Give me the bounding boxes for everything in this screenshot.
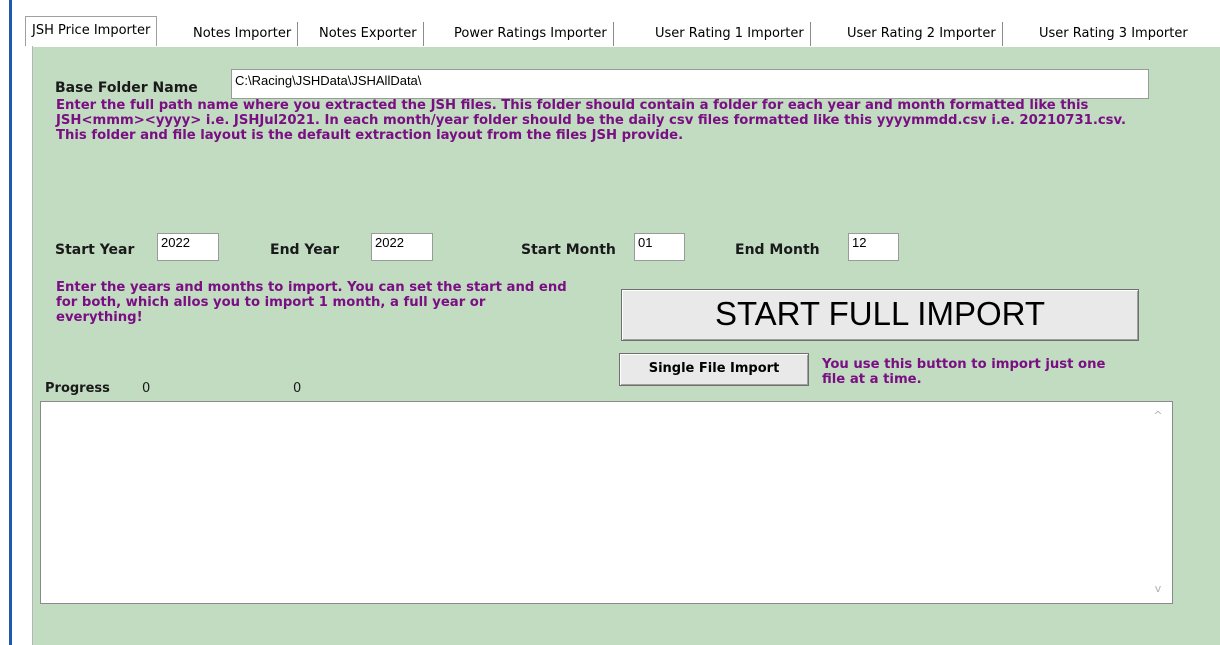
base-folder-label: Base Folder Name xyxy=(55,80,198,96)
scroll-up-icon[interactable]: ^ xyxy=(1152,410,1164,422)
progress-value-2: 0 xyxy=(293,381,302,396)
end-month-label: End Month xyxy=(735,242,820,258)
start-month-label: Start Month xyxy=(521,242,616,258)
tab-notes-importer[interactable]: Notes Importer xyxy=(187,22,299,46)
start-month-input[interactable]: 01 xyxy=(634,233,685,261)
tab-user-rating-3-importer[interactable]: User Rating 3 Importer xyxy=(1033,22,1194,46)
panel-top-edge xyxy=(33,46,1220,47)
start-year-input[interactable]: 2022 xyxy=(157,233,219,261)
tab-notes-exporter[interactable]: Notes Exporter xyxy=(313,22,424,46)
scroll-down-icon[interactable]: v xyxy=(1152,583,1164,595)
tab-jsh-price-importer[interactable]: JSH Price Importer xyxy=(25,16,158,46)
single-file-import-button[interactable]: Single File Import xyxy=(619,353,809,386)
tab-bar: JSH Price Importer Notes Importer Notes … xyxy=(25,16,1220,46)
single-file-help-text: You use this button to import just one f… xyxy=(822,357,1106,387)
import-log-textarea[interactable]: ^ v xyxy=(40,401,1173,604)
base-folder-input[interactable]: C:\Racing\JSHData\JSHAllData\ xyxy=(231,69,1149,99)
tab-user-rating-2-importer[interactable]: User Rating 2 Importer xyxy=(841,22,1003,46)
base-folder-help-text: Enter the full path name where you extra… xyxy=(56,98,1127,143)
window-left-edge xyxy=(0,0,12,645)
date-range-help-text: Enter the years and months to import. Yo… xyxy=(56,280,567,325)
progress-label: Progress xyxy=(45,381,110,396)
end-month-input[interactable]: 12 xyxy=(848,233,899,261)
start-full-import-button[interactable]: START FULL IMPORT xyxy=(621,289,1139,341)
start-year-label: Start Year xyxy=(55,242,135,258)
end-year-input[interactable]: 2022 xyxy=(371,233,433,261)
tab-power-ratings-importer[interactable]: Power Ratings Importer xyxy=(448,22,614,46)
end-year-label: End Year xyxy=(270,242,340,258)
progress-value-1: 0 xyxy=(142,381,151,396)
window-border xyxy=(9,0,12,645)
tab-user-rating-1-importer[interactable]: User Rating 1 Importer xyxy=(649,22,811,46)
